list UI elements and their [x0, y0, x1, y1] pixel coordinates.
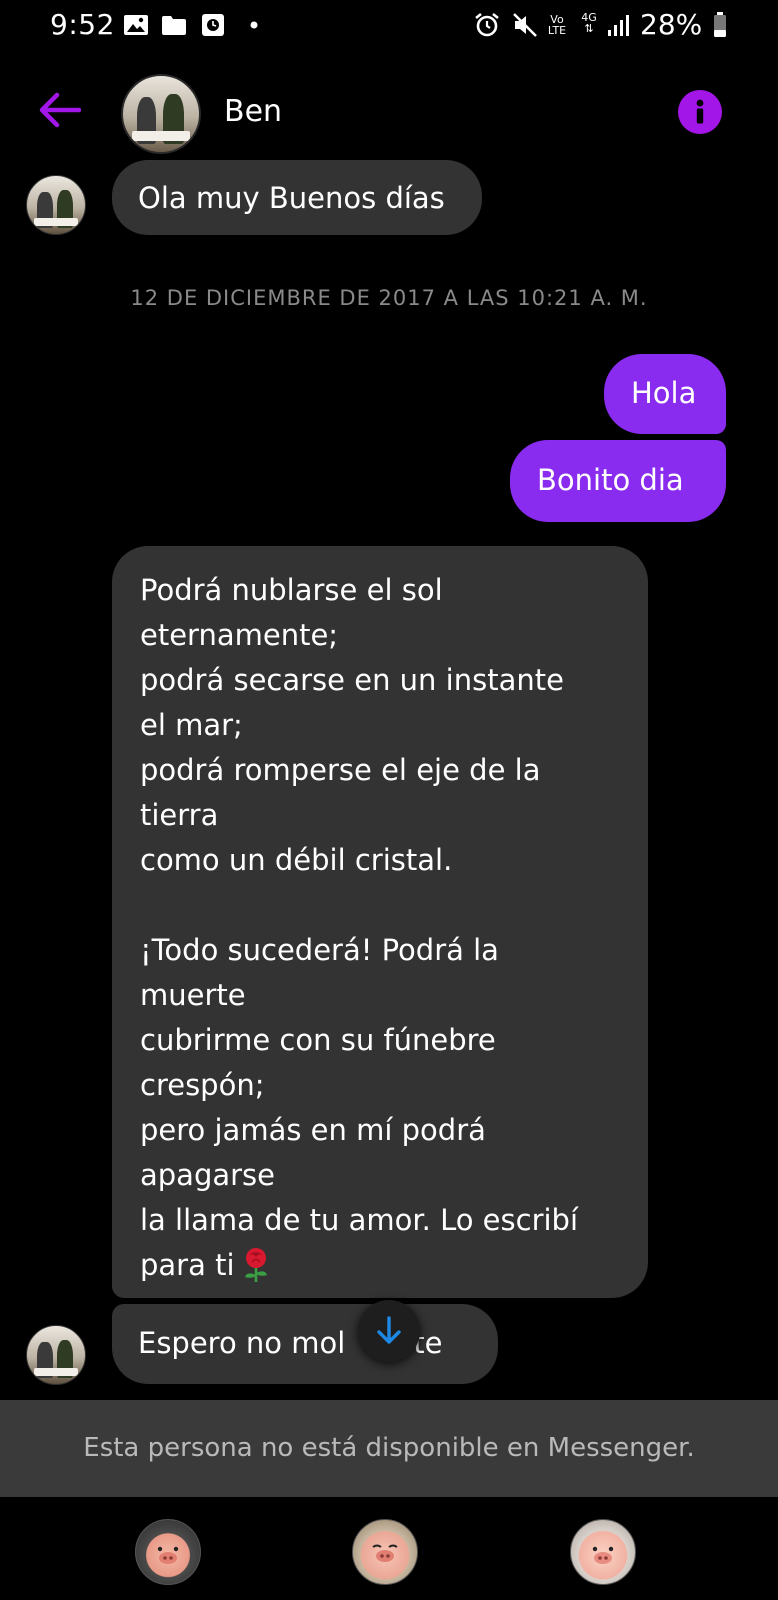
message-bubble-incoming[interactable]: Espero no mol rte	[112, 1304, 498, 1384]
pig-sticker[interactable]	[352, 1519, 418, 1585]
message-text: Hola	[631, 376, 697, 410]
message-bubble-incoming[interactable]: Ola muy Buenos días	[112, 160, 482, 235]
scroll-to-bottom-button[interactable]	[358, 1300, 420, 1362]
pig-sticker[interactable]	[570, 1519, 636, 1585]
pig-face-icon	[157, 1546, 179, 1564]
sticker-bar	[0, 1497, 778, 1600]
message-bubble-incoming[interactable]: Podrá nublarse el sol eternamente; podrá…	[112, 546, 648, 1298]
mute-icon	[510, 13, 540, 37]
arrow-down-icon	[377, 1316, 401, 1344]
folder-icon	[160, 13, 188, 37]
info-button[interactable]	[678, 90, 722, 134]
message-text: Bonito dia	[537, 463, 684, 497]
pig-face-icon	[372, 1544, 398, 1562]
signal-icon	[606, 13, 632, 37]
battery-percent: 28%	[640, 8, 703, 41]
contact-avatar[interactable]	[121, 74, 201, 154]
pig-face-icon	[592, 1546, 614, 1564]
sender-avatar[interactable]	[26, 175, 86, 235]
network-type-indicator: 4G ⇅	[581, 11, 597, 35]
volte-indicator: Vo LTE	[547, 13, 567, 37]
pig-sticker[interactable]	[135, 1519, 201, 1585]
message-text: Podrá nublarse el sol eternamente; podrá…	[140, 573, 579, 1282]
poem-message-body: Podrá nublarse el sol eternamente; podrá…	[112, 546, 648, 1310]
messenger-screen: 9:52 Vo LTE 4G ⇅ 28% Ben Ola muy Buenos …	[0, 0, 778, 1600]
clock-app-icon	[200, 13, 226, 37]
more-notifications-icon	[248, 13, 260, 37]
gallery-icon	[122, 13, 150, 37]
contact-name[interactable]: Ben	[224, 94, 282, 129]
message-text-visible-start: Espero no mol	[138, 1326, 346, 1360]
sender-avatar[interactable]	[26, 1325, 86, 1385]
status-bar: 9:52 Vo LTE 4G ⇅ 28%	[0, 0, 778, 56]
battery-icon	[712, 12, 728, 37]
unavailable-banner: Esta persona no está disponible en Messe…	[0, 1400, 778, 1497]
info-icon	[696, 99, 704, 124]
message-bubble-outgoing[interactable]: Hola	[604, 354, 726, 434]
alarm-icon	[472, 12, 502, 37]
arrow-left-icon	[39, 92, 81, 128]
message-bubble-outgoing[interactable]: Bonito dia	[510, 440, 726, 522]
rose-icon	[244, 1248, 267, 1282]
unavailable-text: Esta persona no está disponible en Messe…	[83, 1433, 695, 1463]
back-button[interactable]	[36, 86, 84, 134]
message-timestamp: 12 DE DICIEMBRE DE 2017 A LAS 10:21 A. M…	[130, 286, 648, 310]
conversation-header: Ben	[0, 56, 778, 166]
message-text: Ola muy Buenos días	[138, 181, 445, 215]
status-time: 9:52	[50, 8, 115, 41]
